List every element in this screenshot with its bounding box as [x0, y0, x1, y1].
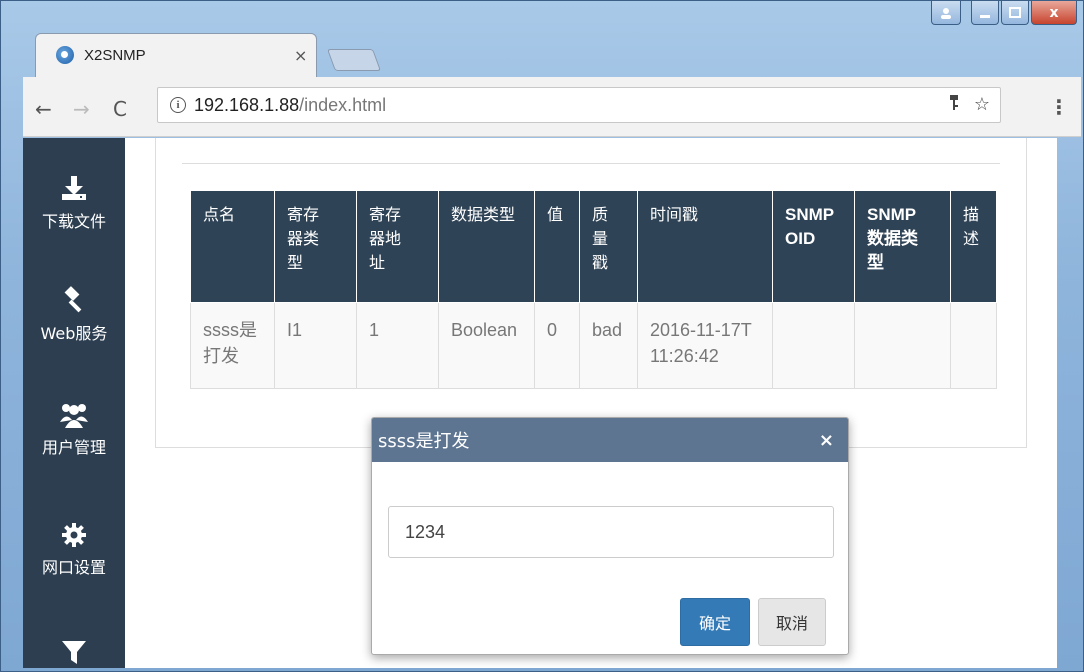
filter-icon — [23, 638, 125, 666]
main-content-panel: 点名 寄存器类型 寄存器地址 数据类型 值 质量戳 时间戳 SNMP OID S… — [155, 138, 1027, 448]
dialog-header: ssss是打发 × — [372, 418, 848, 462]
column-header-snmp-oid: SNMP OID — [772, 190, 855, 303]
divider — [182, 163, 1000, 164]
edit-value-dialog: ssss是打发 × 1234 确定 取消 — [371, 417, 849, 655]
column-header-value: 值 — [534, 190, 580, 303]
browser-window: x X2SNMP × ← → C i 192.168.1.88 /index.h… — [0, 0, 1084, 672]
url-host: 192.168.1.88 — [194, 94, 300, 115]
sidebar-item-network-settings[interactable]: 网口设置 — [23, 522, 125, 578]
column-header-snmp-data-type: SNMP数据类型 — [854, 190, 951, 303]
browser-tab[interactable]: X2SNMP × — [35, 33, 317, 77]
sidebar: 下载文件 Web服务 用户管理 网口设置 — [23, 138, 125, 668]
browser-menu-button[interactable]: ⋮ — [1049, 95, 1069, 119]
cancel-button[interactable]: 取消 — [758, 598, 826, 646]
forward-button[interactable]: → — [73, 97, 90, 121]
user-profile-button[interactable] — [931, 1, 961, 25]
data-points-table: 点名 寄存器类型 寄存器地址 数据类型 值 质量戳 时间戳 SNMP OID S… — [190, 190, 997, 389]
value-input[interactable]: 1234 — [388, 506, 834, 558]
sidebar-item-label: 用户管理 — [41, 438, 106, 457]
cell-register-type: I1 — [274, 302, 357, 389]
confirm-button[interactable]: 确定 — [680, 598, 750, 646]
users-icon — [23, 400, 125, 428]
sidebar-item-filter[interactable] — [23, 638, 125, 668]
cell-snmp-oid — [772, 302, 855, 389]
dialog-title: ssss是打发 — [378, 431, 470, 452]
column-header-quality: 质量戳 — [579, 190, 638, 303]
cell-name[interactable]: ssss是打发 — [190, 302, 275, 389]
minimize-button[interactable] — [971, 1, 999, 25]
bookmark-star-icon[interactable]: ☆ — [974, 94, 990, 117]
column-header-name: 点名 — [190, 190, 275, 303]
sidebar-item-download[interactable]: 下载文件 — [23, 174, 125, 232]
page-viewport: 下载文件 Web服务 用户管理 网口设置 点名 寄存器类型 寄存器地址 数据类型… — [23, 138, 1057, 668]
cell-description — [950, 302, 997, 389]
dialog-close-button[interactable]: × — [819, 430, 834, 451]
address-bar[interactable]: i 192.168.1.88 /index.html ☆ — [157, 87, 1001, 123]
window-close-glyph: x — [1049, 4, 1059, 21]
sidebar-item-web-service[interactable]: Web服务 — [23, 286, 125, 344]
tab-close-button[interactable]: × — [294, 46, 307, 65]
sidebar-item-label: 网口设置 — [41, 558, 106, 577]
table-header-row: 点名 寄存器类型 寄存器地址 数据类型 值 质量戳 时间戳 SNMP OID S… — [190, 190, 997, 303]
cell-snmp-data-type — [854, 302, 951, 389]
tab-title: X2SNMP — [84, 46, 146, 64]
gavel-icon — [23, 286, 125, 314]
user-icon — [941, 7, 951, 19]
column-header-timestamp: 时间戳 — [637, 190, 773, 303]
cell-quality: bad — [579, 302, 638, 389]
column-header-data-type: 数据类型 — [438, 190, 535, 303]
sidebar-item-label: 下载文件 — [41, 212, 106, 231]
sidebar-item-user-management[interactable]: 用户管理 — [23, 400, 125, 458]
table-row[interactable]: ssss是打发 I1 1 Boolean 0 bad 2016-11-17T11… — [190, 302, 997, 389]
site-info-icon[interactable]: i — [170, 97, 186, 113]
minimize-icon — [980, 14, 990, 18]
maximize-button[interactable] — [1001, 1, 1029, 25]
cell-register-address: 1 — [356, 302, 439, 389]
cell-timestamp: 2016-11-17T11:26:42 — [637, 302, 773, 389]
download-icon — [23, 174, 125, 202]
column-header-register-address: 寄存器地址 — [356, 190, 439, 303]
url-path: /index.html — [299, 94, 387, 115]
column-header-register-type: 寄存器类型 — [274, 190, 357, 303]
cell-value: 0 — [534, 302, 580, 389]
cell-data-type: Boolean — [438, 302, 535, 389]
reload-button[interactable]: C — [113, 97, 127, 121]
sidebar-item-label: Web服务 — [40, 324, 108, 343]
window-controls: x — [931, 1, 1077, 25]
back-button[interactable]: ← — [35, 97, 52, 121]
new-tab-button[interactable] — [326, 49, 382, 71]
browser-toolbar: ← → C i 192.168.1.88 /index.html ☆ ⋮ — [23, 77, 1081, 137]
maximize-icon — [1009, 6, 1021, 18]
site-favicon-icon — [56, 46, 74, 64]
key-icon[interactable] — [948, 94, 960, 117]
window-close-button[interactable]: x — [1031, 1, 1077, 25]
gear-icon — [23, 522, 125, 548]
column-header-description: 描述 — [950, 190, 997, 303]
